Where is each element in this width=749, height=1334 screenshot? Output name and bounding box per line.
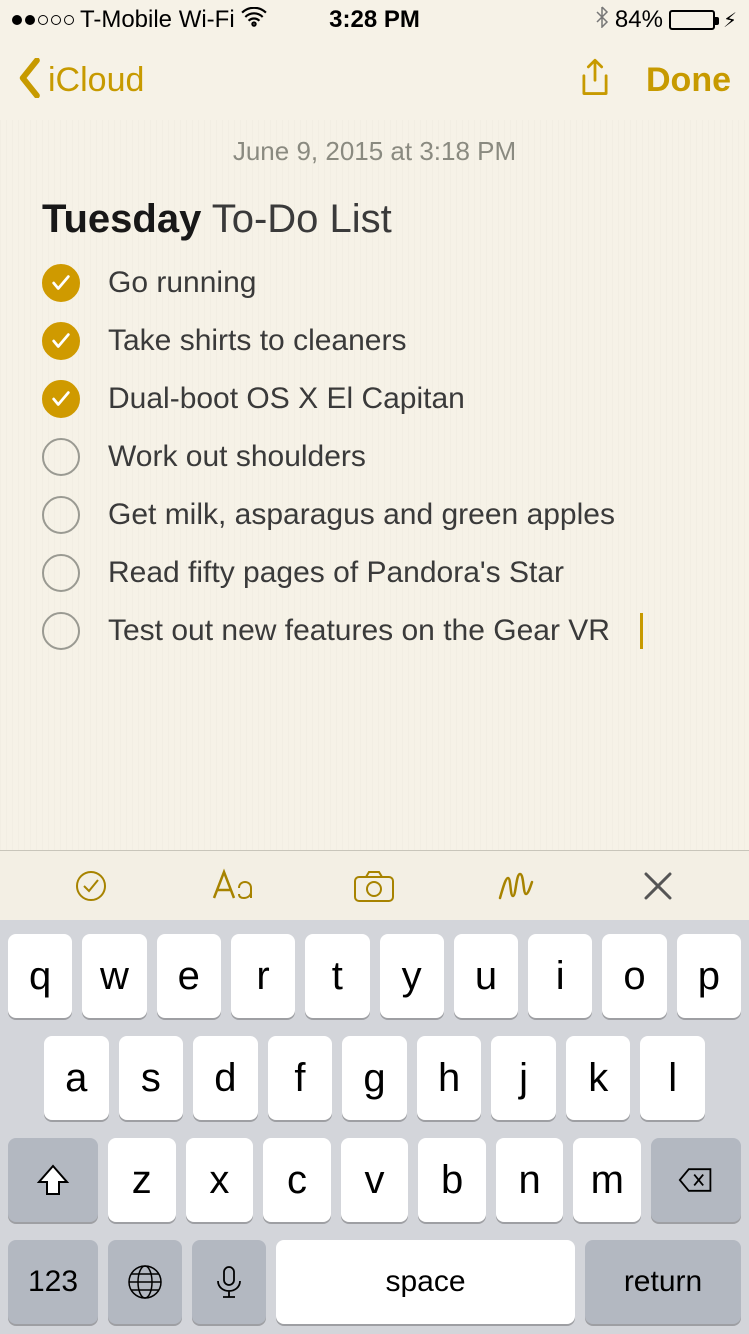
dictation-key[interactable]	[192, 1240, 266, 1324]
checklist-item-text[interactable]: Read fifty pages of Pandora's Star	[108, 556, 564, 590]
dismiss-toolbar-button[interactable]	[633, 861, 683, 911]
checkbox-empty-icon[interactable]	[42, 496, 80, 534]
key-r[interactable]: r	[231, 934, 295, 1018]
key-o[interactable]: o	[602, 934, 666, 1018]
battery-icon	[669, 10, 715, 30]
checkbox-empty-icon[interactable]	[42, 438, 80, 476]
return-key[interactable]: return	[585, 1240, 741, 1324]
key-h[interactable]: h	[417, 1036, 482, 1120]
key-j[interactable]: j	[491, 1036, 556, 1120]
checklist-toggle-button[interactable]	[66, 861, 116, 911]
checklist-item[interactable]: Test out new features on the Gear VR	[42, 612, 725, 650]
checkbox-checked-icon[interactable]	[42, 264, 80, 302]
checkbox-checked-icon[interactable]	[42, 322, 80, 360]
bluetooth-icon	[595, 6, 609, 35]
wifi-icon	[241, 6, 267, 34]
chevron-left-icon	[18, 58, 44, 103]
key-i[interactable]: i	[528, 934, 592, 1018]
checklist-item-text[interactable]: Work out shoulders	[108, 440, 366, 474]
shift-key[interactable]	[8, 1138, 98, 1222]
globe-key[interactable]	[108, 1240, 182, 1324]
key-y[interactable]: y	[380, 934, 444, 1018]
backspace-key[interactable]	[651, 1138, 741, 1222]
key-n[interactable]: n	[496, 1138, 564, 1222]
key-v[interactable]: v	[341, 1138, 409, 1222]
key-m[interactable]: m	[573, 1138, 641, 1222]
key-z[interactable]: z	[108, 1138, 176, 1222]
nav-bar: iCloud Done	[0, 40, 749, 120]
text-cursor	[640, 613, 643, 649]
checklist-item[interactable]: Get milk, asparagus and green apples	[42, 496, 725, 534]
checklist-item[interactable]: Read fifty pages of Pandora's Star	[42, 554, 725, 592]
note-timestamp: June 9, 2015 at 3:18 PM	[24, 136, 725, 167]
key-u[interactable]: u	[454, 934, 518, 1018]
key-b[interactable]: b	[418, 1138, 486, 1222]
keyboard[interactable]: qwertyuiop asdfghjkl zxcvbnm 123 space r…	[0, 920, 749, 1334]
checklist-item[interactable]: Work out shoulders	[42, 438, 725, 476]
key-s[interactable]: s	[119, 1036, 184, 1120]
text-style-button[interactable]	[208, 861, 258, 911]
battery-pct: 84%	[615, 6, 663, 34]
checkbox-checked-icon[interactable]	[42, 380, 80, 418]
status-bar: T-Mobile Wi-Fi 3:28 PM 84% ⚡︎	[0, 0, 749, 40]
key-l[interactable]: l	[640, 1036, 705, 1120]
back-button[interactable]: iCloud	[18, 58, 578, 103]
checklist-item-text[interactable]: Dual-boot OS X El Capitan	[108, 382, 465, 416]
key-q[interactable]: q	[8, 934, 72, 1018]
key-g[interactable]: g	[342, 1036, 407, 1120]
format-toolbar	[0, 850, 749, 920]
checklist-item[interactable]: Take shirts to cleaners	[42, 322, 725, 360]
checklist-item[interactable]: Go running	[42, 264, 725, 302]
key-e[interactable]: e	[157, 934, 221, 1018]
sketch-button[interactable]	[491, 861, 541, 911]
key-w[interactable]: w	[82, 934, 146, 1018]
key-t[interactable]: t	[305, 934, 369, 1018]
share-button[interactable]	[578, 58, 612, 103]
clock: 3:28 PM	[329, 6, 420, 34]
note-editor[interactable]: June 9, 2015 at 3:18 PM Tuesday To-Do Li…	[0, 120, 749, 850]
checklist-item-text[interactable]: Take shirts to cleaners	[108, 324, 406, 358]
key-k[interactable]: k	[566, 1036, 631, 1120]
numbers-key[interactable]: 123	[8, 1240, 98, 1324]
space-key[interactable]: space	[276, 1240, 575, 1324]
checklist-item-text[interactable]: Get milk, asparagus and green apples	[108, 498, 615, 532]
key-c[interactable]: c	[263, 1138, 331, 1222]
checklist[interactable]: Go running Take shirts to cleaners Dual-bo…	[42, 264, 725, 650]
key-f[interactable]: f	[268, 1036, 333, 1120]
done-button[interactable]: Done	[646, 61, 731, 100]
checklist-item[interactable]: Dual-boot OS X El Capitan	[42, 380, 725, 418]
checkbox-empty-icon[interactable]	[42, 554, 80, 592]
key-a[interactable]: a	[44, 1036, 109, 1120]
key-d[interactable]: d	[193, 1036, 258, 1120]
charging-icon: ⚡︎	[723, 8, 737, 33]
back-label: iCloud	[48, 61, 144, 100]
carrier-label: T-Mobile Wi-Fi	[80, 6, 235, 34]
key-p[interactable]: p	[677, 934, 741, 1018]
checklist-item-text[interactable]: Test out new features on the Gear VR	[108, 614, 610, 648]
camera-button[interactable]	[349, 861, 399, 911]
key-x[interactable]: x	[186, 1138, 254, 1222]
signal-dots	[12, 15, 74, 25]
checkbox-empty-icon[interactable]	[42, 612, 80, 650]
checklist-item-text[interactable]: Go running	[108, 266, 256, 300]
note-title[interactable]: Tuesday To-Do List	[42, 197, 725, 242]
